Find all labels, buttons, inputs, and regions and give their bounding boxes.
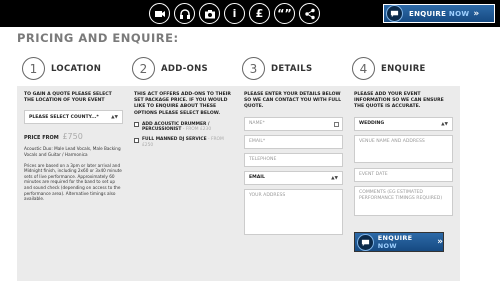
share-icon[interactable] bbox=[299, 3, 320, 24]
step-title: DETAILS bbox=[271, 63, 313, 74]
step-header-addons: 2 ADD-ONS bbox=[127, 52, 240, 86]
comments-field[interactable]: COMMENTS (EG ESTIMATED PERFORMANCE TIMIN… bbox=[354, 185, 453, 216]
step-number: 2 bbox=[132, 57, 155, 80]
venue-field[interactable]: VENUE NAME AND ADDRESS bbox=[354, 134, 453, 163]
enquire-now-label: ENQUIRE NOW bbox=[409, 9, 470, 18]
location-panel: 1 LOCATION TO GAIN A QUOTE PLEASE SELECT… bbox=[17, 52, 130, 281]
event-type-select[interactable]: WEDDING ▲▼ bbox=[354, 116, 453, 131]
contact-method-select[interactable]: EMAIL ▲▼ bbox=[244, 170, 343, 185]
info-icon[interactable]: i bbox=[224, 3, 245, 24]
quote-icon[interactable]: “” bbox=[274, 3, 295, 24]
addon-drummer-label: ADD ACOUSTIC DRUMMER / PERCUSSIONIST - F… bbox=[142, 121, 212, 133]
telephone-field[interactable]: TELEPHONE bbox=[244, 152, 343, 167]
pricing-details: Prices are based on a 3pm or later arriv… bbox=[24, 162, 122, 202]
county-select[interactable]: PLEASE SELECT COUNTY...* ▲▼ bbox=[24, 110, 123, 125]
chevron-down-icon: ▲▼ bbox=[111, 115, 118, 121]
top-toolbar: i £ “” ENQUIRE NOW » bbox=[0, 0, 500, 27]
step-title: ADD-ONS bbox=[161, 63, 208, 74]
price-from: PRICE FROM £750 bbox=[24, 132, 123, 141]
submit-label: ENQUIRE NOW bbox=[377, 234, 413, 250]
pound-icon[interactable]: £ bbox=[249, 3, 270, 24]
step-header-enquire: 4 ENQUIRE bbox=[347, 52, 460, 86]
event-date-field[interactable]: EVENT DATE bbox=[354, 167, 453, 182]
addon-drummer[interactable]: ADD ACOUSTIC DRUMMER / PERCUSSIONIST - F… bbox=[134, 122, 233, 133]
video-camera-icon[interactable] bbox=[149, 3, 170, 24]
page-title: PRICING AND ENQUIRE: bbox=[17, 31, 179, 45]
step-title: ENQUIRE bbox=[381, 63, 426, 74]
details-intro: PLEASE ENTER YOUR DETAILS BELOW SO WE CA… bbox=[244, 92, 342, 110]
addons-intro: THIS ACT OFFERS ADD-ONS TO THEIR SET PAC… bbox=[134, 92, 231, 116]
headphones-icon[interactable] bbox=[174, 3, 195, 24]
step-title: LOCATION bbox=[51, 63, 102, 74]
act-description: Acoustic Duo: Male Lead Vocals, Male Bac… bbox=[24, 146, 121, 157]
location-intro: TO GAIN A QUOTE PLEASE SELECT THE LOCATI… bbox=[24, 92, 112, 104]
name-field[interactable]: NAME* bbox=[244, 116, 343, 131]
chevron-right-icon: » bbox=[473, 8, 480, 19]
step-number: 3 bbox=[242, 57, 265, 80]
chevron-right-icon: » bbox=[437, 237, 443, 247]
addon-dj[interactable]: FULL MANNED DJ SERVICE - FROM £250 bbox=[134, 137, 233, 148]
addon-drummer-checkbox[interactable] bbox=[134, 122, 139, 128]
enquire-now-top-button[interactable]: ENQUIRE NOW » bbox=[383, 4, 495, 23]
chat-icon bbox=[386, 5, 403, 22]
camera-icon[interactable] bbox=[199, 3, 220, 24]
step-number: 1 bbox=[22, 57, 45, 80]
price-value: £750 bbox=[62, 132, 83, 142]
email-field[interactable]: EMAIL* bbox=[244, 134, 343, 149]
county-select-value: PLEASE SELECT COUNTY...* bbox=[29, 114, 99, 120]
addon-dj-label: FULL MANNED DJ SERVICE - FROM £250 bbox=[142, 137, 224, 148]
chat-icon bbox=[357, 233, 374, 251]
enquire-now-submit-button[interactable]: ENQUIRE NOW » bbox=[354, 232, 444, 252]
addon-dj-checkbox[interactable] bbox=[134, 137, 139, 143]
enquire-intro: PLEASE ADD YOUR EVENT INFORMATION SO WE … bbox=[354, 92, 444, 110]
chevron-down-icon: ▲▼ bbox=[331, 175, 338, 181]
price-label: PRICE FROM bbox=[24, 135, 59, 142]
addons-panel: 2 ADD-ONS THIS ACT OFFERS ADD-ONS TO THE… bbox=[127, 52, 240, 281]
address-field[interactable]: YOUR ADDRESS bbox=[244, 188, 343, 235]
toolbar-icons: i £ “” bbox=[149, 3, 320, 24]
chevron-down-icon: ▲▼ bbox=[441, 121, 448, 127]
step-number: 4 bbox=[352, 57, 375, 80]
contact-card-icon bbox=[334, 121, 339, 127]
step-header-location: 1 LOCATION bbox=[17, 52, 130, 86]
details-panel: 3 DETAILS PLEASE ENTER YOUR DETAILS BELO… bbox=[237, 52, 350, 281]
step-header-details: 3 DETAILS bbox=[237, 52, 350, 86]
